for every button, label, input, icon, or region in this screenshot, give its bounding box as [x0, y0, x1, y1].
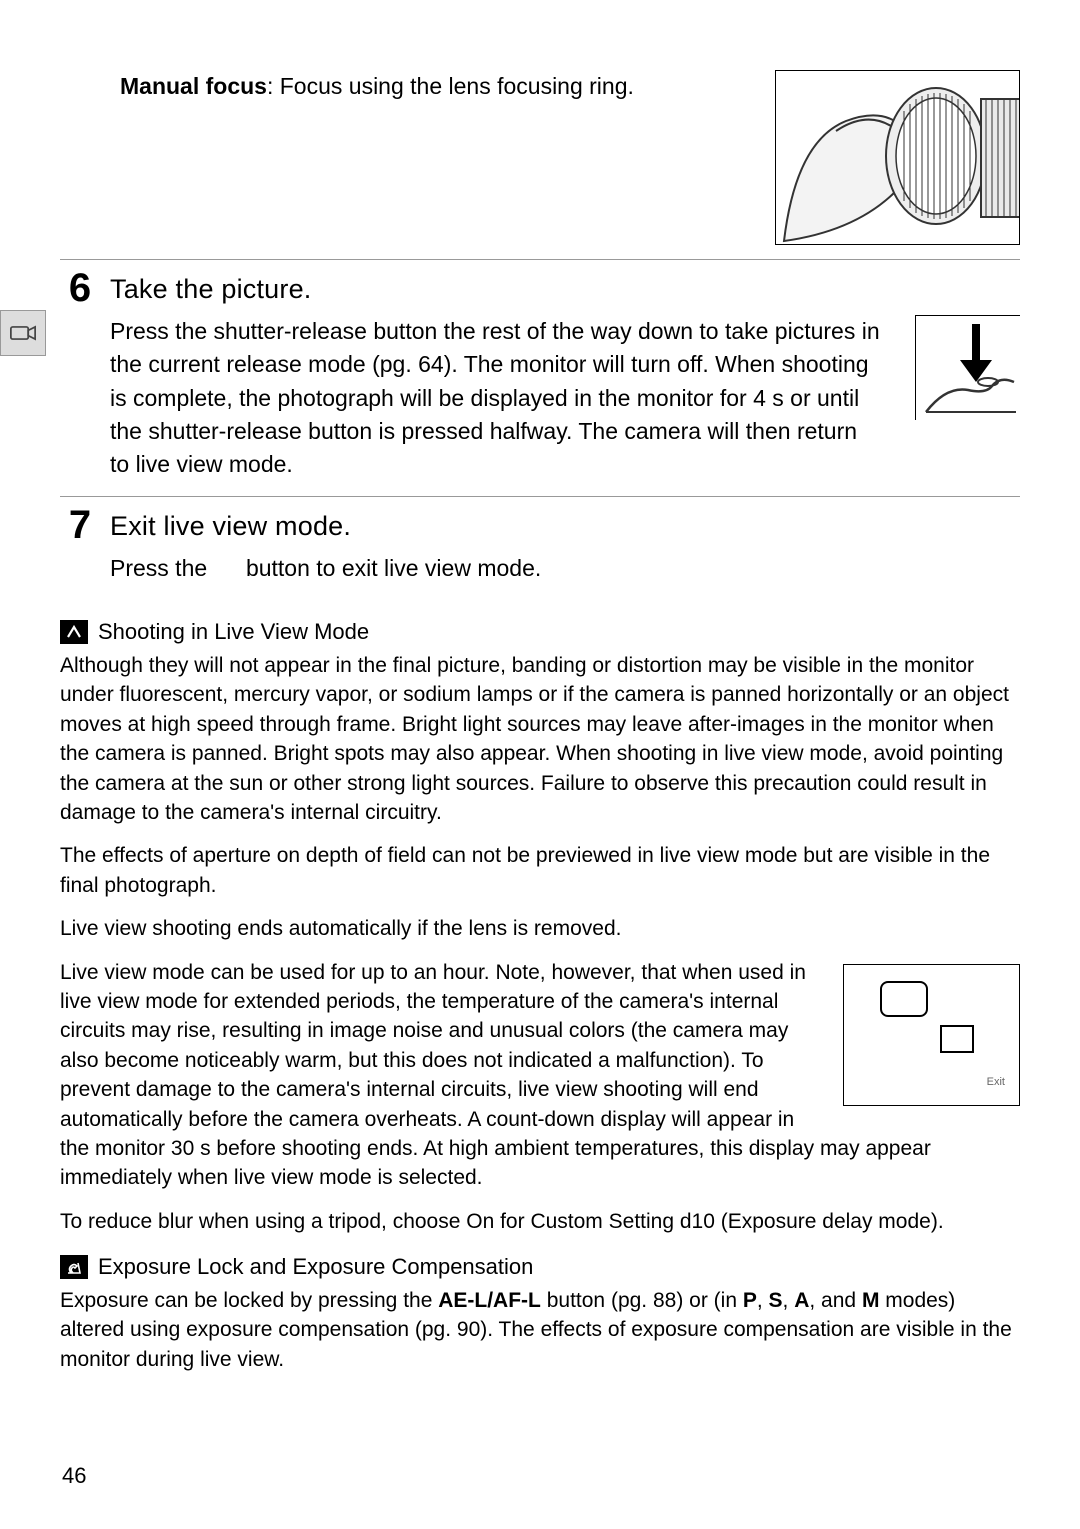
- n2t4: P: [743, 1289, 757, 1312]
- n2t1: Exposure can be locked by pressing the: [60, 1289, 438, 1312]
- exit-label: Exit: [987, 1075, 1005, 1090]
- lens-focus-ring-illustration: [775, 70, 1020, 245]
- step-7-text-a: Press the: [110, 555, 214, 581]
- note1-p5b: On: [466, 1210, 494, 1233]
- shutter-press-illustration: [915, 315, 1020, 420]
- note1-p5c: for Custom Setting d10 (: [494, 1210, 727, 1233]
- overheat-countdown-illustration: Exit: [843, 964, 1020, 1106]
- note1-p5: To reduce blur when using a tripod, choo…: [60, 1207, 1020, 1236]
- note1-p1: Although they will not appear in the fin…: [60, 651, 1020, 827]
- n2t2: AE-L/AF-L: [438, 1289, 541, 1312]
- note1-p5e: ).: [931, 1210, 944, 1233]
- n2t3: button (pg. 88) or (in: [541, 1289, 743, 1312]
- note1-p5d: Exposure delay mode: [728, 1210, 931, 1233]
- note1-title: Shooting in Live View Mode: [98, 619, 369, 645]
- note1-p5a: To reduce blur when using a tripod, choo…: [60, 1210, 466, 1233]
- n2t10: M: [862, 1289, 880, 1312]
- step-7-number: 7: [60, 505, 100, 545]
- divider: [60, 496, 1020, 497]
- manual-focus-tail: : Focus using the lens focusing ring.: [267, 73, 634, 99]
- step-6-title: Take the picture.: [110, 274, 1020, 305]
- section-tab-liveview-icon: [0, 310, 46, 356]
- step-7-title: Exit live view mode.: [110, 511, 1020, 542]
- step-6-text: Press the shutter-release button the res…: [110, 315, 881, 482]
- n2t5: ,: [757, 1289, 769, 1312]
- n2t9: , and: [809, 1289, 862, 1312]
- divider: [60, 259, 1020, 260]
- info-badge-icon: [60, 1255, 88, 1279]
- step-7-text: Press the button to exit live view mode.: [110, 552, 1020, 585]
- step-6-number: 6: [60, 268, 100, 308]
- caution-badge-icon: [60, 620, 88, 644]
- note1-p4-wrap: Exit Live view mode can be used for up t…: [60, 958, 1020, 1193]
- page-number: 46: [62, 1463, 86, 1489]
- n2t8: A: [794, 1289, 809, 1312]
- note2-title: Exposure Lock and Exposure Compensation: [98, 1254, 533, 1280]
- manual-focus-label: Manual focus: [120, 73, 267, 99]
- step-7-text-b: button to exit live view mode.: [246, 555, 541, 581]
- n2t6: S: [769, 1289, 783, 1312]
- n2t7: ,: [783, 1289, 795, 1312]
- note1-p2: The effects of aperture on depth of fiel…: [60, 841, 1020, 900]
- note1-p3: Live view shooting ends automatically if…: [60, 914, 1020, 943]
- manual-focus-line: Manual focus: Focus using the lens focus…: [60, 70, 745, 103]
- note2-text: Exposure can be locked by pressing the A…: [60, 1286, 1020, 1374]
- note1-p4: Live view mode can be used for up to an …: [60, 961, 931, 1190]
